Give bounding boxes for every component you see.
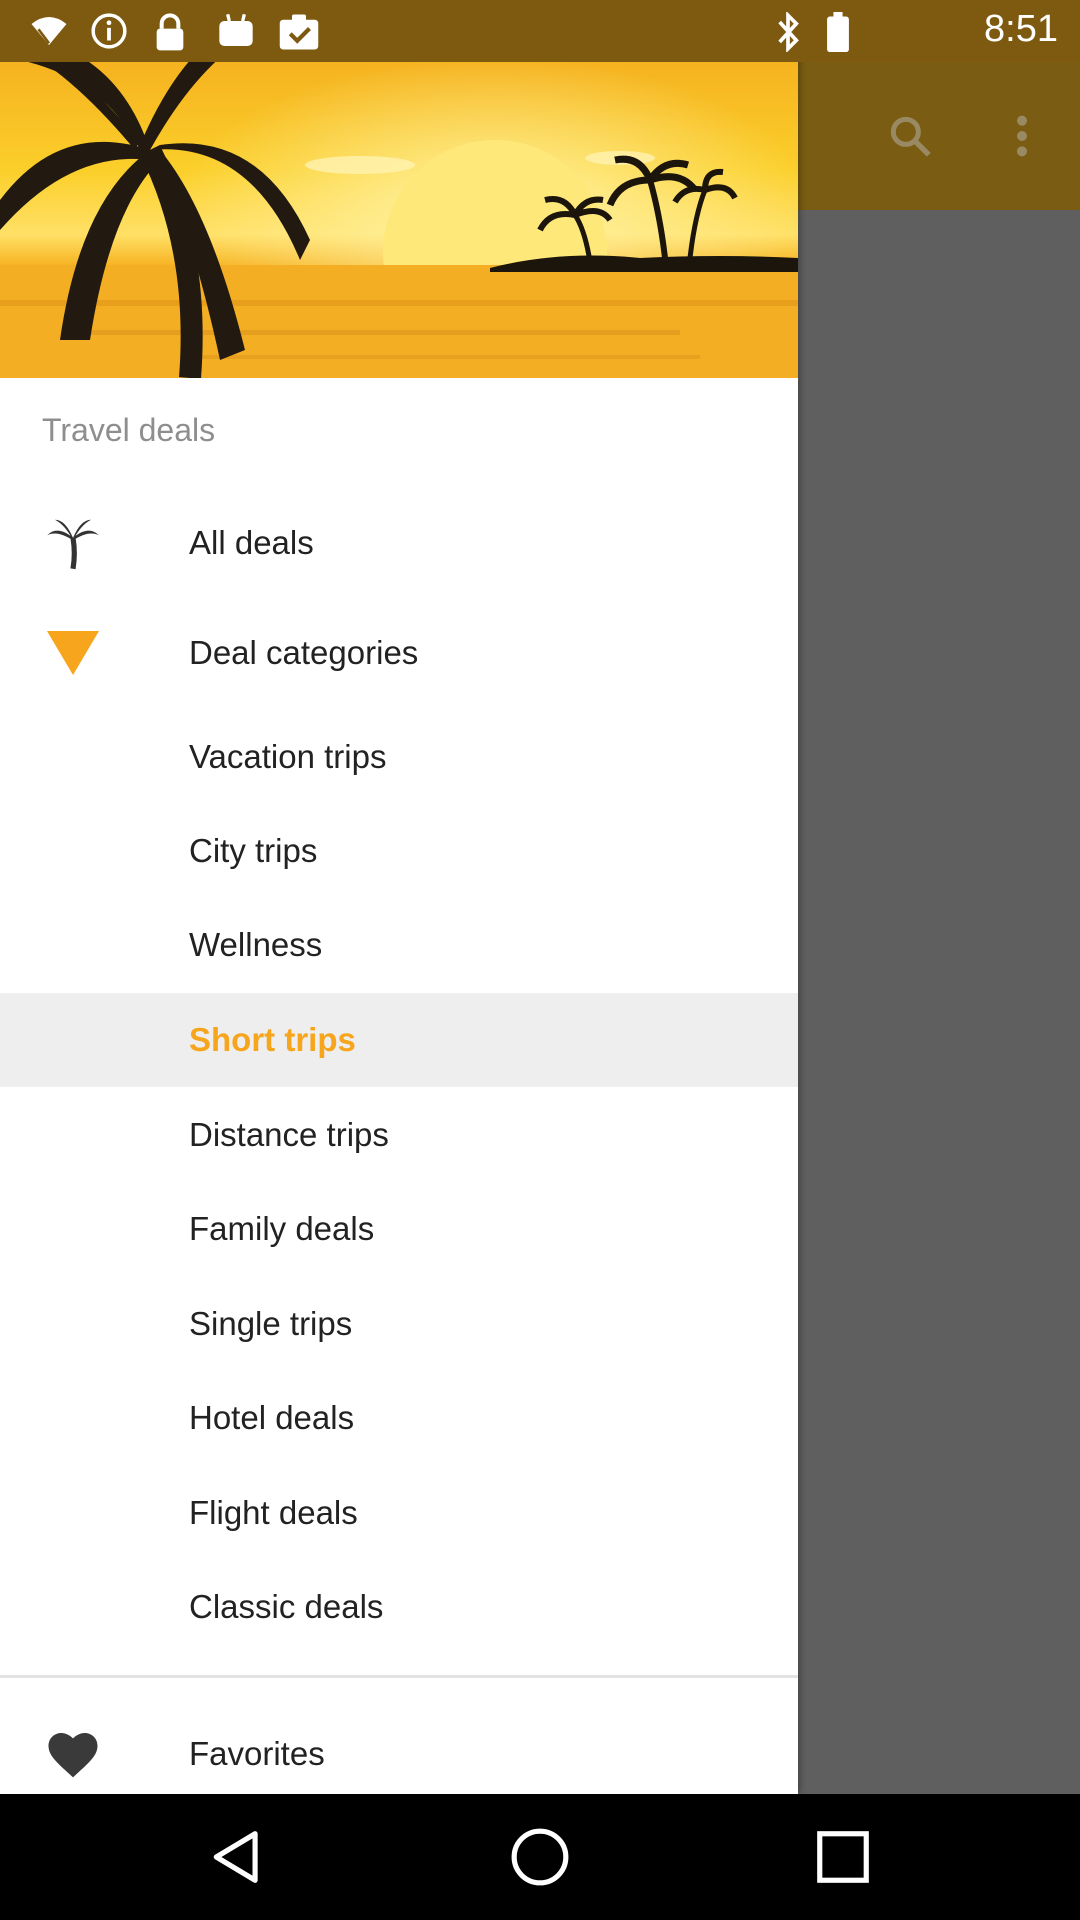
overflow-menu-icon[interactable] — [992, 106, 1052, 166]
drawer-item-label: Distance trips — [189, 1116, 389, 1153]
back-icon[interactable] — [206, 1826, 268, 1888]
drawer-item-city-trips[interactable]: City trips — [0, 804, 798, 898]
bluetooth-icon — [772, 10, 810, 54]
section-title: Travel deals — [42, 412, 216, 448]
drawer-item-wellness[interactable]: Wellness — [0, 898, 798, 992]
drawer-item-classic-deals[interactable]: Classic deals — [0, 1560, 798, 1654]
drawer-item-label: Short trips — [189, 1021, 356, 1058]
drawer-item-family-deals[interactable]: Family deals — [0, 1182, 798, 1276]
drawer-item-vacation-trips[interactable]: Vacation trips — [0, 710, 798, 804]
system-nav-bar — [0, 1794, 1080, 1920]
palm-tree-icon — [42, 512, 104, 574]
drawer-item-label: Family deals — [189, 1210, 375, 1247]
android-icon — [216, 12, 254, 50]
recents-icon[interactable] — [812, 1826, 874, 1888]
drawer-item-label: Hotel deals — [189, 1399, 355, 1436]
drawer-item-short-trips[interactable]: Short trips — [0, 993, 798, 1087]
drawer-item-label: All deals — [189, 524, 314, 561]
drawer-item-label: Deal categories — [189, 634, 419, 671]
drawer-item-favorites[interactable]: Favorites — [0, 1707, 798, 1794]
drawer-item-label: City trips — [189, 832, 318, 869]
lock-icon — [152, 12, 190, 51]
drawer-item-label: Favorites — [189, 1735, 325, 1772]
drawer-divider — [0, 1675, 798, 1678]
drawer-item-label: Wellness — [189, 926, 323, 963]
triangle-down-icon — [42, 622, 104, 684]
info-icon — [90, 12, 128, 50]
wifi-icon — [28, 12, 67, 50]
drawer-item-deal-categories[interactable]: Deal categories — [0, 606, 798, 700]
heart-icon — [42, 1723, 104, 1785]
drawer-item-distance-trips[interactable]: Distance trips — [0, 1088, 798, 1182]
drawer-item-label: Vacation trips — [189, 738, 387, 775]
search-icon[interactable] — [880, 106, 940, 166]
navigation-drawer: Travel deals All deals Deal categories V… — [0, 0, 798, 1794]
drawer-item-hotel-deals[interactable]: Hotel deals — [0, 1371, 798, 1465]
drawer-item-single-trips[interactable]: Single trips — [0, 1277, 798, 1371]
status-time: 8:51 — [984, 8, 1058, 50]
drawer-item-all-deals[interactable]: All deals — [0, 496, 798, 590]
drawer-item-label: Classic deals — [189, 1588, 384, 1625]
status-bar: 8:51 — [0, 0, 1080, 62]
clipboard-check-icon — [278, 12, 319, 50]
drawer-item-flight-deals[interactable]: Flight deals — [0, 1466, 798, 1560]
drawer-item-label: Single trips — [189, 1305, 353, 1342]
battery-icon — [826, 12, 864, 52]
home-icon[interactable] — [509, 1826, 571, 1888]
drawer-item-label: Flight deals — [189, 1494, 358, 1531]
